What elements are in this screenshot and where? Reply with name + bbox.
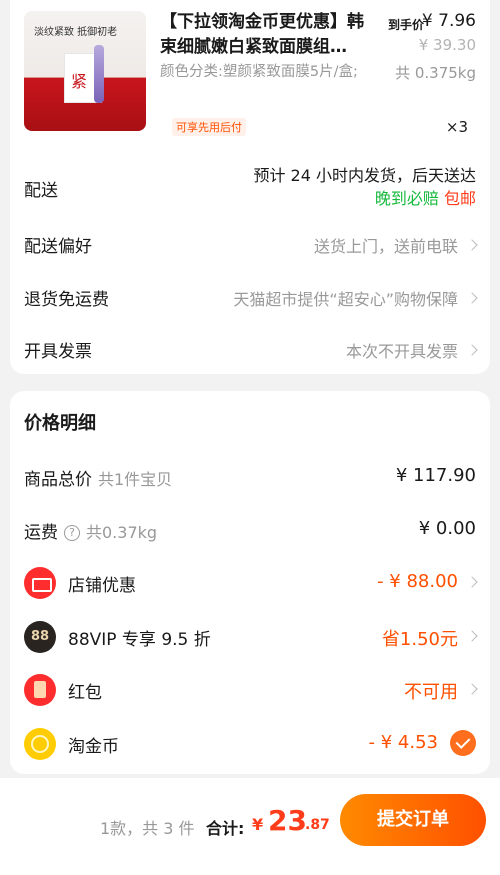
free-shipping: 包邮 [443,189,476,208]
total-row: 商品总价 共1件宝贝 ¥ 117.90 [10,459,490,493]
taobao-coin-icon [24,728,56,760]
delivery-pref-value: 送货上门，送前电联 [313,237,458,256]
product-weight: 共 0.375kg [395,64,476,82]
submit-order-button[interactable]: 提交订单 [340,794,486,846]
delivery-guarantee: 晚到必赔 包邮 [375,185,476,209]
original-price: ¥ 39.30 [418,36,476,54]
vip-discount-label: 88VIP 专享 9.5 折 [68,630,211,650]
product-spec[interactable]: 颜色分类:塑颜紧致面膜5片/盒; [160,61,360,83]
late-compensation: 晚到必赔 [374,189,439,208]
chevron-right-icon [466,576,478,588]
return-row[interactable]: 退货免运费 天猫超市提供“超安心”购物保障 [10,283,490,313]
return-label: 退货免运费 [24,290,109,310]
product-image-slogan: 淡纹紧致 抵御初老 [34,27,118,38]
vip88-icon: 88 [24,621,56,653]
redpacket-amount: 不可用 [404,682,458,703]
store-coupon-icon [24,567,56,599]
store-discount-amount: - ¥ 88.00 [377,571,458,592]
coin-checkbox[interactable] [450,730,476,756]
shipping-fee-label-text: 运费 [24,523,58,543]
product-quantity[interactable]: ×3 [446,118,468,136]
invoice-value: 本次不开具发票 [345,342,458,361]
store-discount-label: 店铺优惠 [68,576,136,596]
vip-discount-amount: 省1.50元 [381,629,458,650]
redpacket-row[interactable]: 红包 不可用 [10,672,490,706]
product-image[interactable]: 淡纹紧致 抵御初老 紧 [24,11,146,131]
product-tube [94,45,104,103]
red-packet-icon [24,674,56,706]
product-price: ¥ 7.96 [421,11,476,31]
invoice-row[interactable]: 开具发票 本次不开具发票 [10,337,490,367]
chevron-right-icon [466,239,478,251]
shipping-fee-row: 运费? 共0.37kg ¥ 0.00 [10,512,490,546]
chevron-right-icon [466,292,478,304]
total-label-text: 商品总价 [24,470,92,490]
store-discount-row[interactable]: 店铺优惠 - ¥ 88.00 [10,565,490,599]
delivery-label: 配送 [24,181,58,201]
delivery-pref-row[interactable]: 配送偏好 送货上门，送前电联 [10,230,490,260]
shipping-weight: 共0.37kg [86,523,158,542]
product-title[interactable]: 【下拉领淘金币更优惠】韩束细腻嫩白紧致面膜组… [160,10,380,60]
total-integer: 23 [268,804,307,837]
chevron-right-icon [466,630,478,642]
vip-discount-row[interactable]: 88 88VIP 专享 9.5 折 省1.50元 [10,619,490,653]
coin-label: 淘金币 [68,737,119,757]
checkout-bar: 1款，共 3 件 合计: ¥ 23 .87 提交订单 [0,778,500,875]
total-label: 合计: [206,819,245,838]
delivery-pref-label: 配送偏好 [24,237,92,257]
delivery-estimate: 预计 24 小时内发货，后天送达 [253,166,476,185]
price-detail-card: 价格明细 商品总价 共1件宝贝 ¥ 117.90 运费? 共0.37kg ¥ 0.0… [10,391,490,774]
return-value: 天猫超市提供“超安心”购物保障 [233,290,458,309]
coin-row[interactable]: 淘金币 - ¥ 4.53 [10,726,490,760]
item-count: 1款，共 3 件 [100,819,195,838]
shipping-fee-label: 运费? 共0.37kg [24,518,157,543]
chevron-right-icon [466,344,478,356]
total-decimal: .87 [305,817,330,833]
chevron-right-icon [466,683,478,695]
help-icon[interactable]: ? [64,525,80,541]
price-label: 到手价 [388,18,425,32]
paylater-tag: 可享先用后付 [172,118,246,136]
redpacket-label: 红包 [68,683,102,703]
total-yen: ¥ [252,815,264,834]
total-sub: 共1件宝贝 [98,470,173,489]
price-detail-title: 价格明细 [24,413,96,434]
total-label: 商品总价 共1件宝贝 [24,465,172,490]
shipping-fee-amount: ¥ 0.00 [418,518,476,539]
coin-amount: - ¥ 4.53 [368,732,438,753]
order-card: 淡纹紧致 抵御初老 紧 【下拉领淘金币更优惠】韩束细腻嫩白紧致面膜组… 颜色分类… [10,0,490,374]
invoice-label: 开具发票 [24,342,92,362]
product-box-text: 紧 [71,72,88,91]
total-amount: ¥ 117.90 [395,465,476,486]
